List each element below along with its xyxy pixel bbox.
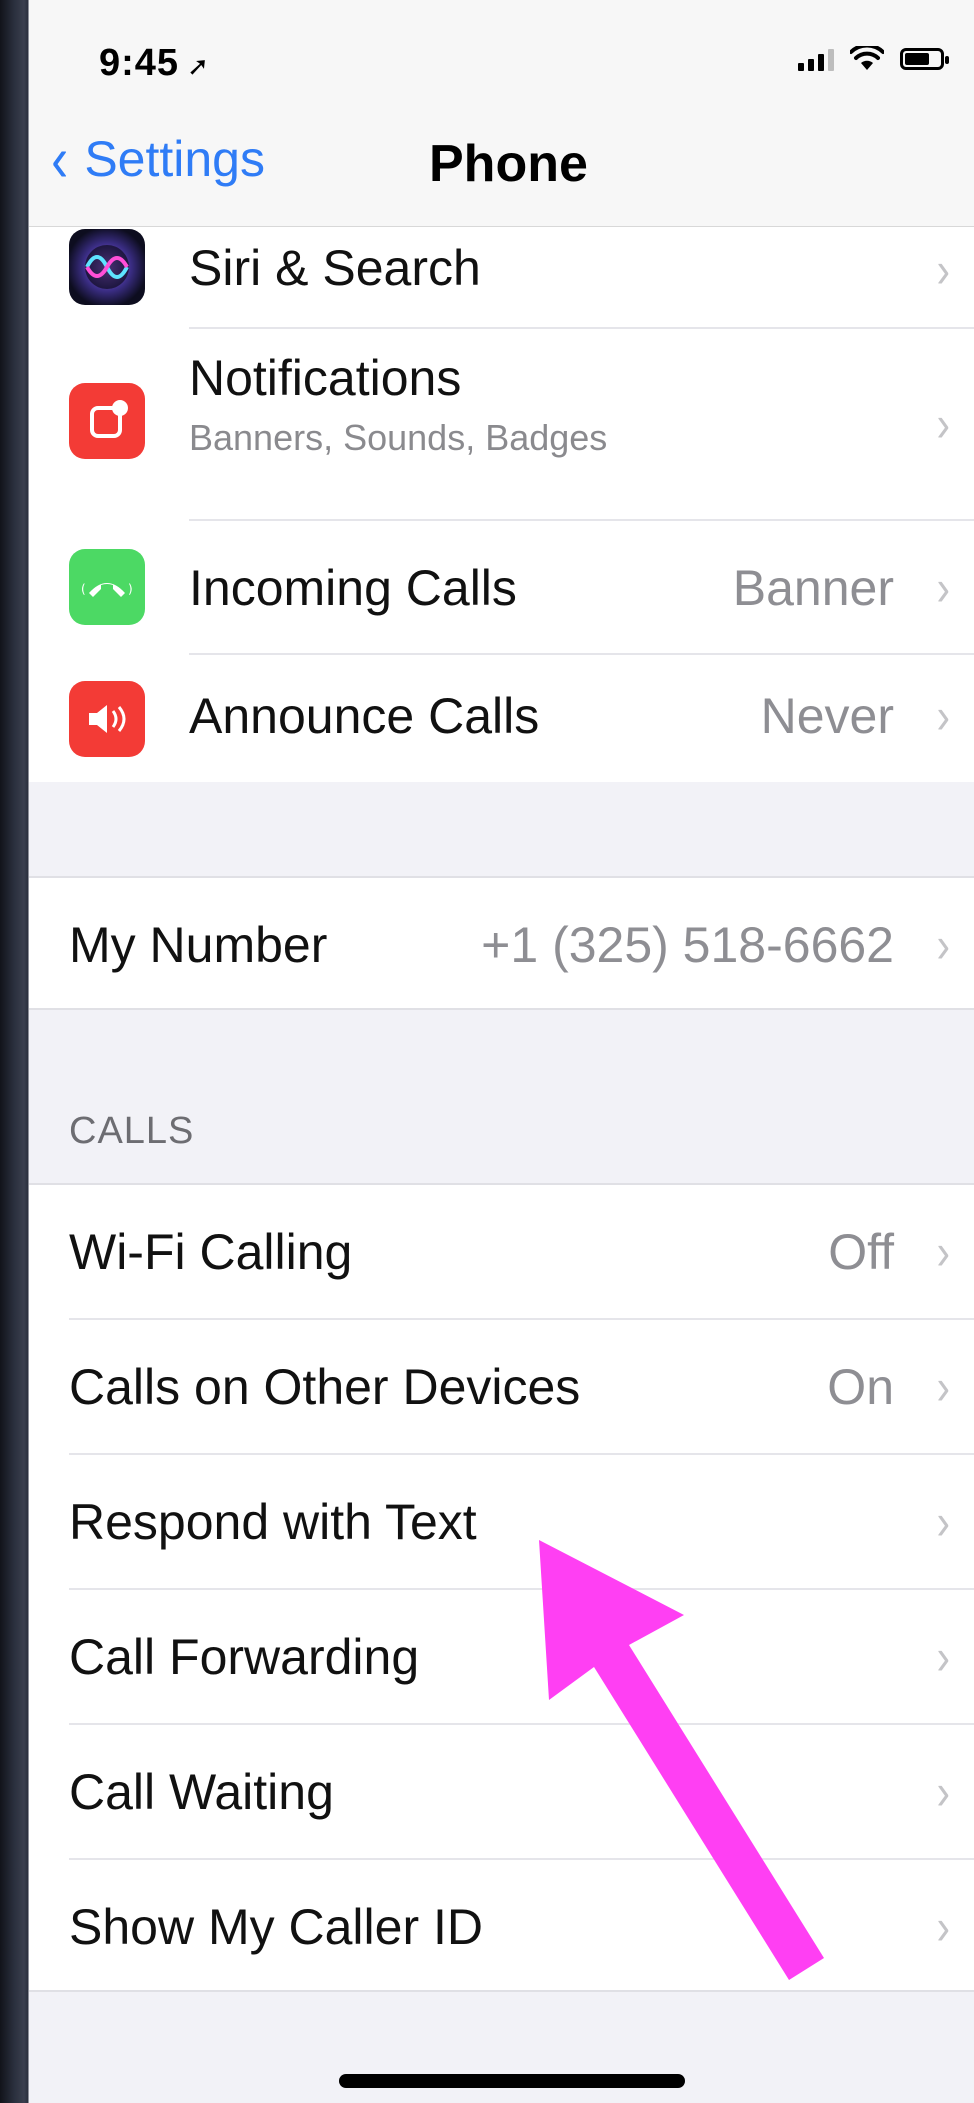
- status-time: 9:45 ➚: [99, 42, 210, 84]
- row-label: Announce Calls: [189, 688, 540, 744]
- row-value: On: [827, 1359, 894, 1415]
- incoming-calls-row[interactable]: ( ) Incoming Calls Banner ›: [29, 521, 974, 653]
- row-value: Off: [828, 1224, 894, 1280]
- row-label: Call Forwarding: [69, 1629, 420, 1685]
- respond-with-text-row[interactable]: Respond with Text ›: [29, 1455, 974, 1588]
- row-label: Call Waiting: [69, 1764, 334, 1820]
- phone-icon: ( ): [69, 549, 145, 625]
- show-caller-id-row[interactable]: Show My Caller ID ›: [29, 1860, 974, 1990]
- my-number-row[interactable]: My Number +1 (325) 518-6662 ›: [29, 878, 974, 1008]
- row-label: Incoming Calls: [189, 560, 517, 616]
- call-forwarding-row[interactable]: Call Forwarding ›: [29, 1590, 974, 1723]
- chevron-right-icon: ›: [937, 396, 951, 452]
- phone-screen: 9:45 ➚ ‹ Settings Phone Siri & Search › …: [29, 0, 974, 2103]
- cellular-signal-icon: [798, 47, 834, 71]
- chevron-right-icon: ›: [937, 1764, 951, 1820]
- wifi-icon: [850, 46, 884, 70]
- chevron-left-icon: ‹: [51, 123, 69, 195]
- row-label: Siri & Search: [189, 240, 481, 296]
- home-indicator[interactable]: [339, 2074, 685, 2088]
- chevron-right-icon: ›: [937, 560, 951, 616]
- section-header-calls: CALLS: [69, 1110, 195, 1152]
- wifi-calling-row[interactable]: Wi-Fi Calling Off ›: [29, 1185, 974, 1318]
- speaker-icon: [69, 681, 145, 757]
- row-sublabel: Banners, Sounds, Badges: [189, 417, 608, 458]
- row-label: Show My Caller ID: [69, 1899, 483, 1955]
- row-value: Banner: [732, 560, 894, 616]
- calls-group: Wi-Fi Calling Off › Calls on Other Devic…: [29, 1183, 974, 1992]
- call-waiting-row[interactable]: Call Waiting ›: [29, 1725, 974, 1858]
- status-icons: [798, 46, 949, 72]
- my-number-group: My Number +1 (325) 518-6662 ›: [29, 876, 974, 1010]
- chevron-right-icon: ›: [937, 1359, 951, 1415]
- siri-search-row[interactable]: Siri & Search ›: [29, 227, 974, 327]
- chevron-right-icon: ›: [937, 1899, 951, 1955]
- battery-icon: [900, 48, 949, 70]
- chevron-right-icon: ›: [937, 1224, 951, 1280]
- announce-calls-row[interactable]: Announce Calls Never ›: [29, 655, 974, 782]
- row-label: Calls on Other Devices: [69, 1359, 581, 1415]
- top-bar: 9:45 ➚ ‹ Settings Phone: [29, 0, 974, 227]
- chevron-right-icon: ›: [937, 242, 951, 298]
- location-arrow-icon: ➚: [187, 51, 210, 81]
- chevron-right-icon: ›: [937, 1494, 951, 1550]
- svg-text:): ): [128, 582, 133, 596]
- siri-icon: [69, 229, 145, 305]
- chevron-right-icon: ›: [937, 688, 951, 744]
- chevron-right-icon: ›: [937, 1629, 951, 1685]
- back-label: Settings: [84, 131, 265, 187]
- back-button[interactable]: ‹ Settings: [49, 123, 265, 195]
- row-value: Never: [760, 688, 894, 744]
- notifications-row[interactable]: Notifications Banners, Sounds, Badges ›: [29, 329, 974, 519]
- svg-text:(: (: [81, 582, 86, 596]
- row-label: My Number: [69, 917, 328, 973]
- calls-other-devices-row[interactable]: Calls on Other Devices On ›: [29, 1320, 974, 1453]
- row-label: Respond with Text: [69, 1494, 477, 1550]
- row-label: Wi-Fi Calling: [69, 1224, 353, 1280]
- chevron-right-icon: ›: [937, 917, 951, 973]
- phone-number-value: +1 (325) 518-6662: [481, 917, 894, 973]
- notifications-group: Siri & Search › Notifications Banners, S…: [29, 227, 974, 782]
- row-label: Notifications: [189, 350, 462, 406]
- notifications-icon: [69, 383, 145, 459]
- page-title: Phone: [429, 135, 588, 193]
